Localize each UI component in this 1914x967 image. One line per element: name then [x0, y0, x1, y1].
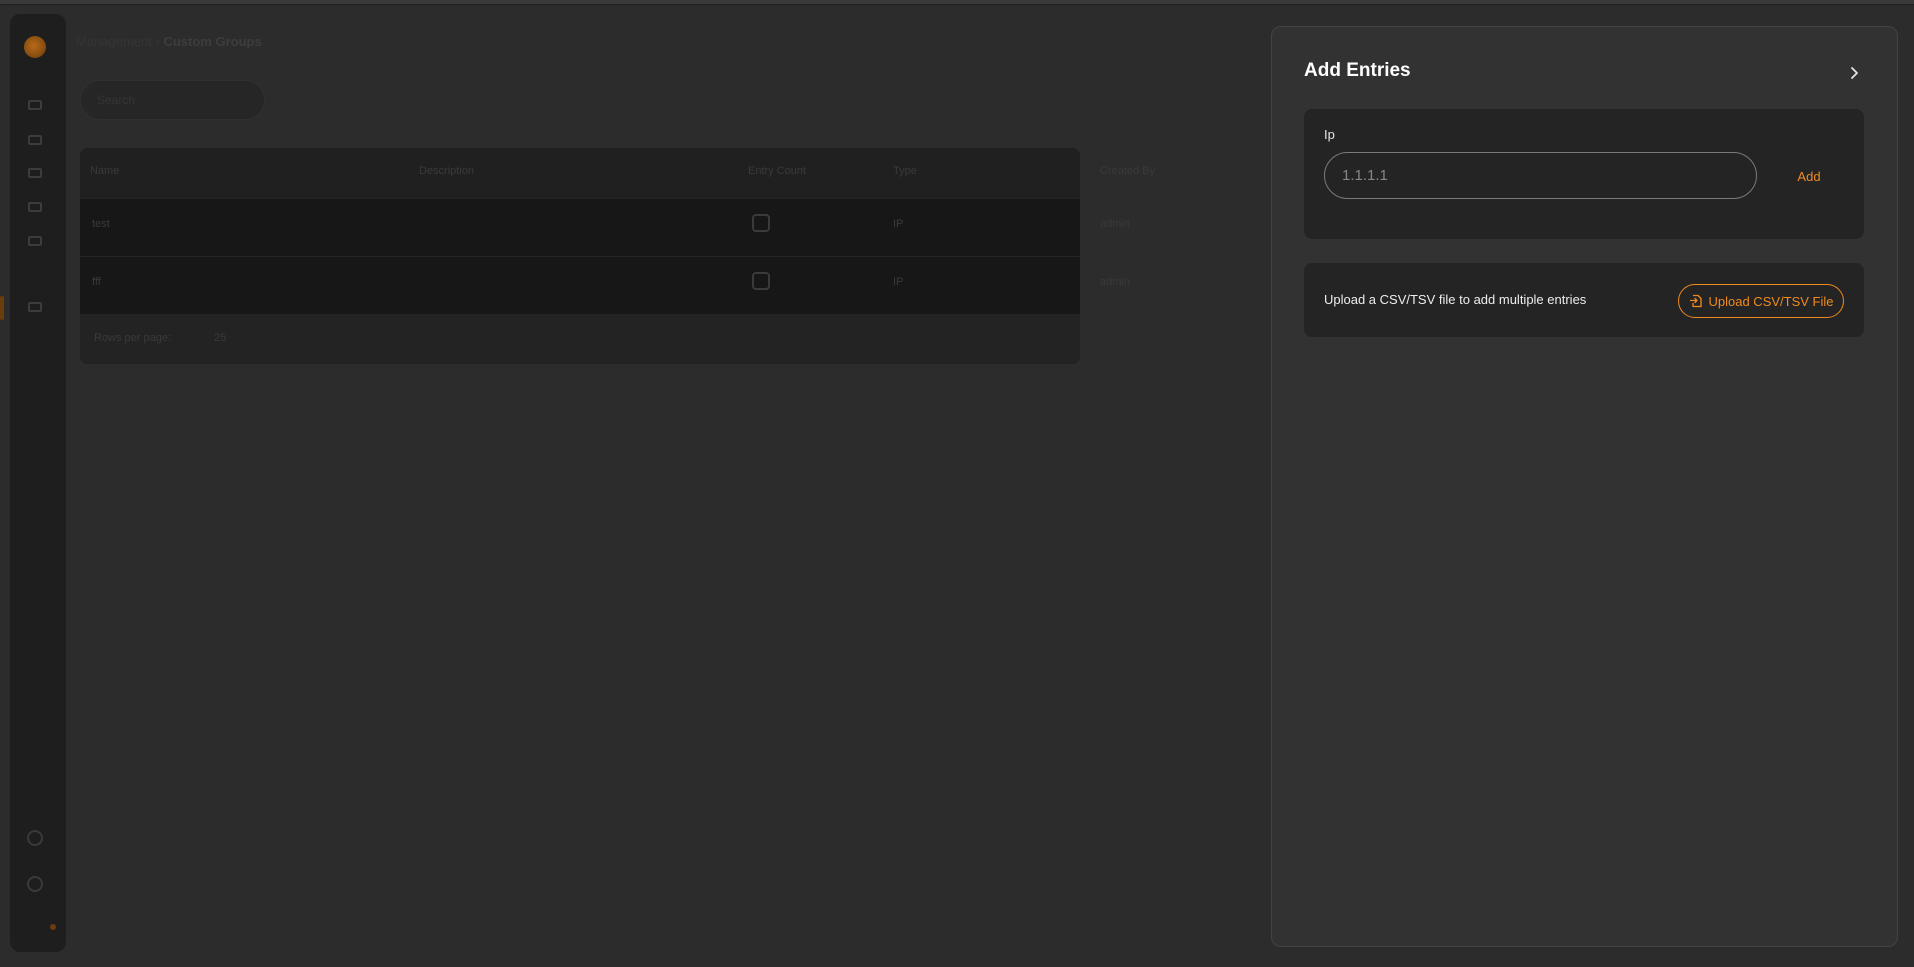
row-type: IP: [893, 276, 904, 288]
sidebar: [10, 14, 66, 952]
status-dot: [50, 924, 56, 930]
rows-per-page-select[interactable]: 25: [214, 332, 226, 344]
search-input[interactable]: Search: [80, 80, 265, 120]
upload-csv-button-label: Upload CSV/TSV File: [1708, 293, 1834, 309]
column-header-name[interactable]: Name: [90, 165, 119, 177]
ip-input[interactable]: [1324, 152, 1757, 199]
row-created-by: admin: [1100, 218, 1130, 230]
row-name: fff: [92, 276, 101, 288]
link-icon[interactable]: [27, 876, 43, 892]
row-type: IP: [893, 218, 904, 230]
window-top-edge: [0, 0, 1914, 5]
column-header-description[interactable]: Description: [419, 165, 474, 177]
breadcrumb-current: Custom Groups: [163, 34, 262, 49]
groups-table: [80, 148, 1080, 364]
add-button[interactable]: Add: [1774, 161, 1844, 191]
drawer-title: Add Entries: [1304, 60, 1411, 81]
nav-active-indicator: [0, 296, 4, 320]
table-header: [80, 148, 1080, 198]
column-header-created-by[interactable]: Created By: [1100, 165, 1155, 177]
upload-card: Upload a CSV/TSV file to add multiple en…: [1304, 263, 1864, 337]
breadcrumb: Management › Custom Groups: [76, 34, 262, 49]
row-entries-icon[interactable]: [752, 272, 770, 290]
upload-description: Upload a CSV/TSV file to add multiple en…: [1324, 292, 1587, 307]
dashboard-icon[interactable]: [28, 100, 42, 110]
row-name: test: [92, 218, 110, 230]
column-header-entry-count[interactable]: Entry Count: [748, 165, 806, 177]
ip-entry-card: Ip Add: [1304, 109, 1864, 239]
assets-icon[interactable]: [28, 168, 42, 178]
ip-field-label: Ip: [1324, 127, 1335, 142]
row-entries-icon[interactable]: [752, 214, 770, 232]
app-logo: [24, 36, 46, 58]
upload-csv-button[interactable]: Upload CSV/TSV File: [1678, 284, 1844, 318]
reports-icon[interactable]: [28, 202, 42, 212]
table-row[interactable]: [80, 256, 1080, 314]
chevron-right-icon: [1851, 67, 1858, 79]
rows-per-page-label: Rows per page:: [94, 332, 172, 344]
file-import-icon: [1689, 294, 1702, 308]
table-footer: [80, 314, 1080, 364]
row-created-by: admin: [1100, 276, 1130, 288]
breadcrumb-parent[interactable]: Management: [76, 34, 152, 49]
table-row[interactable]: [80, 198, 1080, 256]
integrations-icon[interactable]: [28, 236, 42, 246]
alerts-icon[interactable]: [28, 135, 42, 145]
close-drawer-button[interactable]: [1842, 61, 1866, 85]
help-icon[interactable]: [27, 830, 43, 846]
column-header-type[interactable]: Type: [893, 165, 917, 177]
add-entries-drawer: Add Entries Ip Add Upload a CSV/TSV file…: [1271, 26, 1898, 947]
management-icon[interactable]: [28, 302, 42, 312]
